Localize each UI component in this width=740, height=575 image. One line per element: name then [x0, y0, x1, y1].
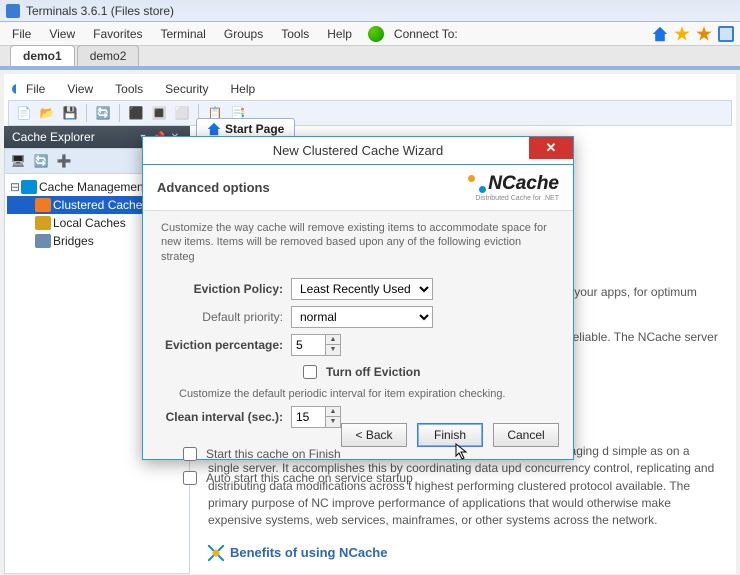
- menu-groups[interactable]: Groups: [216, 25, 271, 43]
- menu-terminal[interactable]: Terminal: [153, 25, 214, 43]
- dialog-description: Customize the way cache will remove exis…: [161, 221, 555, 264]
- ncache-logo-text: NCache: [488, 173, 559, 195]
- ncache-logo-icon: [468, 175, 486, 193]
- nc-menu-help[interactable]: Help: [221, 80, 266, 98]
- explorer-add-icon[interactable]: ➕: [54, 151, 74, 171]
- benefit-icon: [208, 545, 224, 561]
- menu-file[interactable]: File: [4, 25, 39, 43]
- nc-menu-view[interactable]: View: [57, 80, 103, 98]
- favorite-alt-icon[interactable]: [696, 26, 712, 42]
- menu-view[interactable]: View: [41, 25, 83, 43]
- toolbar-b-icon[interactable]: 🔳: [149, 103, 169, 123]
- auto-start-checkbox[interactable]: [183, 471, 197, 485]
- ncache-toolbar: 📄 📂 💾 🔄 ⬛ 🔳 ⬜ 📋 📑: [8, 100, 732, 126]
- benefit-link[interactable]: Benefits of using NCache: [230, 544, 387, 563]
- spin-up-icon[interactable]: ▲: [326, 407, 340, 417]
- clustered-caches-icon: [35, 198, 51, 212]
- favorite-icon[interactable]: [674, 26, 690, 42]
- default-priority-select[interactable]: normal: [291, 306, 433, 328]
- eviction-policy-select[interactable]: Least Recently Used: [291, 278, 433, 300]
- finish-button[interactable]: Finish: [417, 423, 483, 447]
- menu-help[interactable]: Help: [319, 25, 360, 43]
- start-on-finish-label: Start this cache on Finish: [206, 447, 341, 461]
- explorer-connect-icon[interactable]: 🖥: [8, 151, 28, 171]
- ncache-menu: File View Tools Security Help: [16, 78, 736, 100]
- menu-tools[interactable]: Tools: [273, 25, 317, 43]
- clean-interval-label: Clean interval (sec.):: [161, 410, 291, 424]
- tree-item-label: Local Caches: [53, 216, 126, 230]
- spin-down-icon[interactable]: ▼: [326, 417, 340, 427]
- tab-label: Start Page: [225, 122, 284, 136]
- dialog-description-2: Customize the default periodic interval …: [179, 388, 555, 400]
- layout-icon[interactable]: [718, 26, 734, 42]
- explorer-refresh-icon[interactable]: 🔄: [31, 151, 51, 171]
- tree-root-label: Cache Management: [39, 180, 147, 194]
- dialog-title: New Clustered Cache Wizard: [273, 143, 444, 158]
- eviction-percentage-label: Eviction percentage:: [161, 338, 291, 352]
- eviction-policy-label: Eviction Policy:: [161, 282, 291, 296]
- dialog-section-title: Advanced options: [157, 180, 270, 195]
- toolbar-open-icon[interactable]: 📂: [37, 103, 57, 123]
- clean-interval-input[interactable]: [291, 406, 325, 428]
- nc-menu-file[interactable]: File: [16, 80, 55, 98]
- turn-off-eviction-label: Turn off Eviction: [326, 365, 420, 379]
- ncache-logo-subtitle: Distributed Cache for .NET: [475, 195, 559, 202]
- connect-to-label: Connect To:: [394, 27, 458, 41]
- terminals-title-text: Terminals 3.6.1 (Files store): [26, 4, 174, 18]
- dialog-titlebar[interactable]: New Clustered Cache Wizard ✕: [143, 137, 573, 165]
- back-button[interactable]: < Back: [341, 423, 407, 447]
- default-priority-label: Default priority:: [161, 310, 291, 324]
- nc-menu-tools[interactable]: Tools: [105, 80, 153, 98]
- terminals-app-icon: [6, 4, 20, 18]
- terminals-menu: File View Favorites Terminal Groups Tool…: [0, 22, 740, 46]
- toolbar-c-icon[interactable]: ⬜: [172, 103, 192, 123]
- tree-item-label: Clustered Caches: [53, 198, 148, 212]
- spinner-buttons[interactable]: ▲▼: [325, 334, 341, 356]
- start-on-finish-checkbox[interactable]: [183, 447, 197, 461]
- local-caches-icon: [35, 216, 51, 230]
- bridges-icon: [35, 234, 51, 248]
- spinner-buttons[interactable]: ▲▼: [325, 406, 341, 428]
- toolbar-save-icon[interactable]: 💾: [60, 103, 80, 123]
- menu-favorites[interactable]: Favorites: [85, 25, 150, 43]
- ncache-logo: NCache Distributed Cache for .NET: [468, 170, 559, 206]
- tree-item-label: Bridges: [53, 234, 94, 248]
- nc-menu-security[interactable]: Security: [155, 80, 218, 98]
- cancel-button[interactable]: Cancel: [493, 423, 559, 447]
- tab-demo2[interactable]: demo2: [77, 45, 140, 66]
- wizard-dialog: New Clustered Cache Wizard ✕ Advanced op…: [142, 136, 574, 460]
- close-button[interactable]: ✕: [529, 137, 573, 159]
- explorer-title-text: Cache Explorer: [12, 130, 95, 144]
- auto-start-label: Auto start this cache on service startup: [206, 471, 413, 485]
- go-icon[interactable]: [368, 26, 384, 42]
- toolbar-new-icon[interactable]: 📄: [14, 103, 34, 123]
- collapse-icon[interactable]: ⊟: [9, 180, 21, 194]
- toolbar-refresh-icon[interactable]: 🔄: [93, 103, 113, 123]
- cache-mgmt-icon: [21, 180, 37, 194]
- spin-up-icon[interactable]: ▲: [326, 335, 340, 345]
- turn-off-eviction-checkbox[interactable]: [303, 365, 317, 379]
- toolbar-a-icon[interactable]: ⬛: [126, 103, 146, 123]
- spin-down-icon[interactable]: ▼: [326, 345, 340, 355]
- home-icon[interactable]: [652, 26, 668, 42]
- tab-demo1[interactable]: demo1: [10, 45, 75, 66]
- terminals-titlebar: Terminals 3.6.1 (Files store): [0, 0, 740, 22]
- dialog-header: Advanced options NCache Distributed Cach…: [143, 165, 573, 211]
- eviction-percentage-input[interactable]: [291, 334, 325, 356]
- home-icon: [207, 122, 221, 136]
- terminals-tabs: demo1 demo2: [0, 46, 740, 70]
